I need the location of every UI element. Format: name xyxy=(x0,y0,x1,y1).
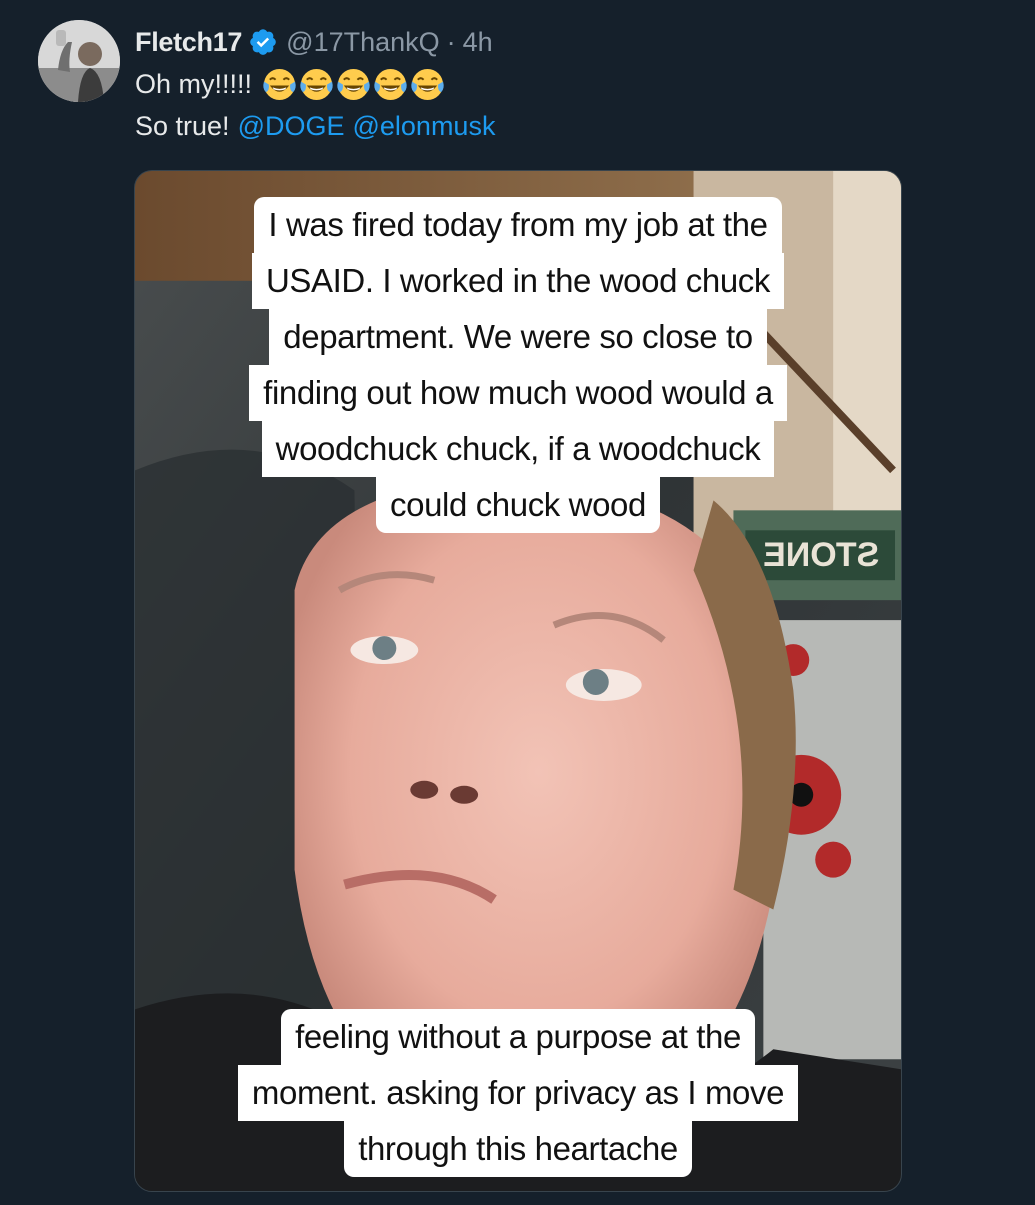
emoji-group xyxy=(262,67,445,102)
mention-elonmusk-link[interactable]: @elonmusk xyxy=(352,111,495,142)
joy-emoji-icon xyxy=(336,67,371,102)
caption-line: moment. asking for privacy as I move xyxy=(237,1065,799,1121)
caption-line: I was fired today from my job at the xyxy=(254,197,782,253)
tweet-text: So true! xyxy=(135,110,230,141)
caption-line: could chuck wood xyxy=(376,477,660,533)
caption-line: department. We were so close to xyxy=(269,309,767,365)
verified-badge-icon xyxy=(248,27,278,57)
caption-bottom: feeling without a purpose at the moment.… xyxy=(135,1009,901,1177)
joy-emoji-icon xyxy=(299,67,334,102)
handle[interactable]: @17ThankQ xyxy=(286,27,439,58)
caption-line: through this heartache xyxy=(344,1121,692,1177)
tweet[interactable]: Fletch17 @17ThankQ · 4h Oh my!!!!! So tr… xyxy=(0,0,1035,1205)
caption-line: USAID. I worked in the wood chuck xyxy=(251,253,785,309)
joy-emoji-icon xyxy=(373,67,408,102)
joy-emoji-icon xyxy=(262,67,297,102)
caption-line: finding out how much wood would a xyxy=(249,365,787,421)
separator-dot: · xyxy=(446,26,456,57)
avatar[interactable] xyxy=(38,20,120,102)
tweet-text: Oh my!!!!! xyxy=(135,68,253,99)
caption-top: I was fired today from my job at the USA… xyxy=(135,197,901,533)
media-video-still[interactable]: STONE I was fired today from my job at t… xyxy=(134,170,902,1192)
joy-emoji-icon xyxy=(410,67,445,102)
display-name[interactable]: Fletch17 xyxy=(135,27,242,58)
sign-text: STONE xyxy=(763,536,879,574)
caption-line: feeling without a purpose at the xyxy=(281,1009,755,1065)
timestamp[interactable]: 4h xyxy=(463,27,493,58)
tweet-text-line-1: Oh my!!!!! xyxy=(135,64,445,104)
tweet-text-line-2: So true! @DOGE @elonmusk xyxy=(135,106,495,146)
caption-line: woodchuck chuck, if a woodchuck xyxy=(261,421,775,477)
mention-doge-link[interactable]: @DOGE xyxy=(238,111,345,142)
